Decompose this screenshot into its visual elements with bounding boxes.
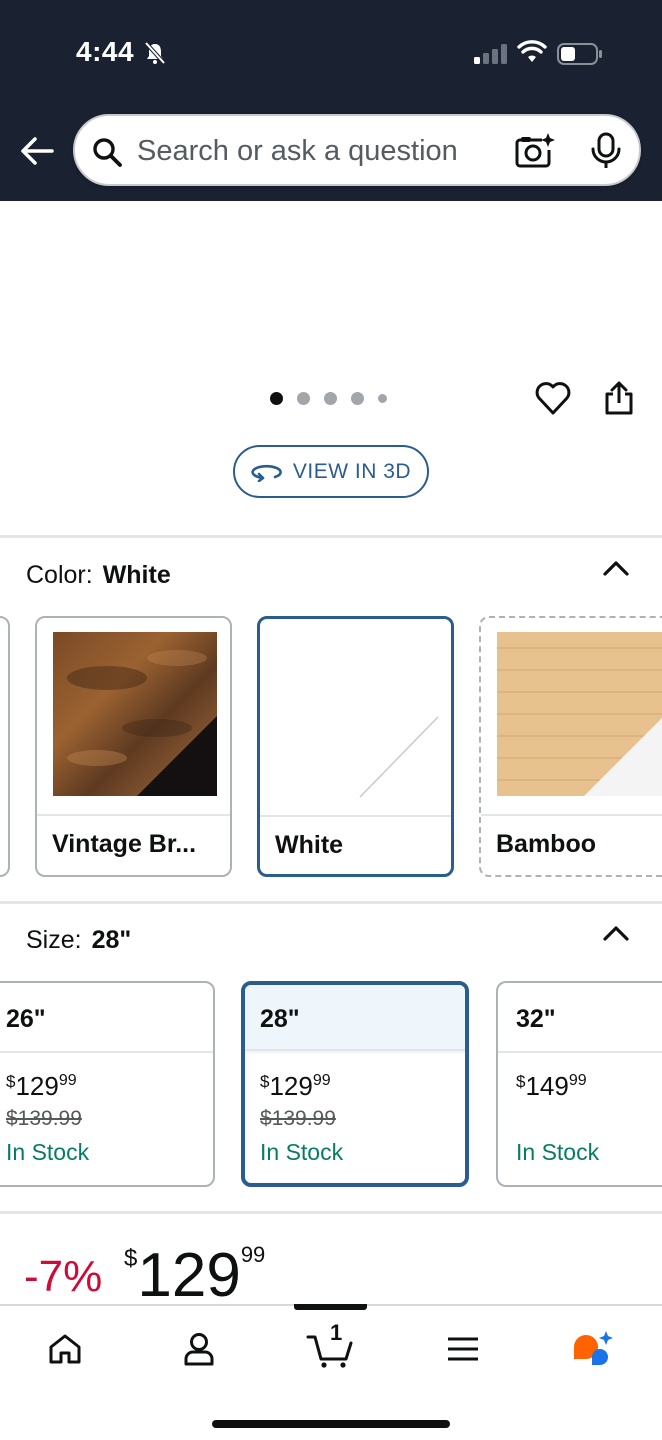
selected-color-value: White (102, 561, 171, 589)
search-bar[interactable] (73, 114, 641, 186)
search-input[interactable] (137, 130, 497, 172)
wifi-icon (517, 40, 547, 62)
nav-rufus-assistant[interactable] (568, 1326, 618, 1372)
color-swatch-white[interactable]: White (257, 616, 454, 877)
nav-home[interactable] (40, 1326, 90, 1372)
swatch-separator (37, 814, 230, 816)
search-icon (93, 138, 122, 167)
share-icon (605, 381, 633, 415)
account-icon (184, 1333, 214, 1366)
image-carousel-dots[interactable] (270, 392, 387, 405)
price-whole: 129 (137, 1241, 241, 1310)
size-name: 26" (6, 1005, 46, 1033)
menu-icon (448, 1337, 478, 1361)
bottom-navigation: 1 (0, 1304, 662, 1440)
price-whole: 129 (269, 1071, 313, 1101)
swatch-image (260, 619, 451, 815)
back-button[interactable] (18, 132, 56, 170)
list-price: $139.99 (6, 1107, 82, 1130)
swatch-name: Vintage Br... (52, 830, 197, 858)
section-divider (0, 1211, 662, 1214)
price-fraction: 99 (58, 1072, 77, 1089)
size-option-28[interactable]: 28" $12999 $139.99 In Stock (241, 981, 469, 1187)
size-price: $12999 (260, 1071, 331, 1102)
swatch-separator (260, 815, 451, 817)
heart-icon (535, 382, 571, 415)
nav-menu[interactable] (438, 1326, 488, 1372)
size-option-32[interactable]: 32" $14999 In Stock (496, 981, 662, 1187)
list-price: $139.99 (260, 1107, 336, 1130)
white-swatch-image (359, 716, 439, 798)
discount-percent: -7% (24, 1252, 103, 1301)
top-header: 4:44 (0, 0, 662, 201)
stock-status: In Stock (6, 1139, 90, 1165)
wishlist-button[interactable] (534, 380, 572, 416)
nav-cart[interactable]: 1 (304, 1320, 356, 1372)
stock-status: In Stock (260, 1139, 344, 1165)
size-option-26[interactable]: 26" $12999 $139.99 In Stock (0, 981, 215, 1187)
view-in-3d-label: VIEW IN 3D (292, 459, 412, 483)
swatch-separator (481, 814, 662, 816)
chevron-up-icon[interactable] (600, 923, 632, 943)
product-price: $12999 (124, 1240, 265, 1311)
carousel-dot[interactable] (378, 394, 387, 403)
color-swatch-bamboo[interactable]: Bamboo (479, 616, 662, 877)
price-currency: $ (124, 1245, 138, 1272)
size-name: 28" (260, 1005, 300, 1033)
camera-search-icon[interactable] (515, 132, 555, 170)
carousel-dot[interactable] (324, 392, 337, 405)
status-time: 4:44 (76, 36, 135, 67)
battery-icon (557, 43, 602, 65)
share-button[interactable] (603, 380, 635, 416)
price-fraction: 99 (240, 1242, 266, 1267)
carousel-dot[interactable] (270, 392, 283, 405)
active-tab-indicator (294, 1304, 367, 1310)
section-divider (0, 535, 662, 538)
size-option-separator (498, 1051, 662, 1053)
selected-size-value: 28" (91, 926, 132, 954)
rufus-assistant-icon (574, 1331, 613, 1365)
price-whole: 129 (15, 1071, 59, 1101)
size-option-separator (245, 1049, 465, 1051)
cellular-signal-icon (474, 44, 507, 64)
home-indicator (212, 1420, 450, 1428)
view-in-3d-button[interactable]: VIEW IN 3D (233, 445, 429, 498)
section-divider (0, 901, 662, 904)
size-price: $12999 (6, 1071, 77, 1102)
cart-count-badge: 1 (330, 1320, 343, 1345)
price-fraction: 99 (568, 1072, 587, 1089)
bamboo-texture (497, 632, 662, 796)
carousel-dot[interactable] (351, 392, 364, 405)
microphone-icon[interactable] (589, 132, 623, 170)
silent-bell-icon (144, 41, 166, 65)
back-arrow-icon (21, 137, 54, 165)
size-name: 32" (516, 1005, 556, 1033)
size-section-label: Size: 28" (26, 926, 131, 955)
nav-account[interactable] (174, 1326, 224, 1372)
price-fraction: 99 (312, 1072, 331, 1089)
size-price: $14999 (516, 1071, 587, 1102)
swatch-image (481, 618, 662, 814)
size-label: Size: (26, 926, 82, 954)
vintage-wood-texture (53, 632, 217, 796)
carousel-dot[interactable] (297, 392, 310, 405)
product-image-area[interactable] (0, 201, 662, 371)
color-swatch-partial[interactable] (0, 616, 10, 877)
home-icon (49, 1334, 81, 1364)
swatch-name: Bamboo (496, 830, 596, 858)
rotate-3d-icon (251, 464, 282, 482)
size-option-separator (0, 1051, 213, 1053)
swatch-image (37, 618, 230, 814)
stock-status: In Stock (516, 1139, 600, 1165)
chevron-up-icon[interactable] (600, 558, 632, 578)
color-label: Color: (26, 561, 93, 589)
swatch-name: White (275, 831, 344, 859)
color-section-label: Color: White (26, 561, 171, 590)
price-whole: 149 (525, 1071, 569, 1101)
color-swatch-vintage-brown[interactable]: Vintage Br... (35, 616, 232, 877)
